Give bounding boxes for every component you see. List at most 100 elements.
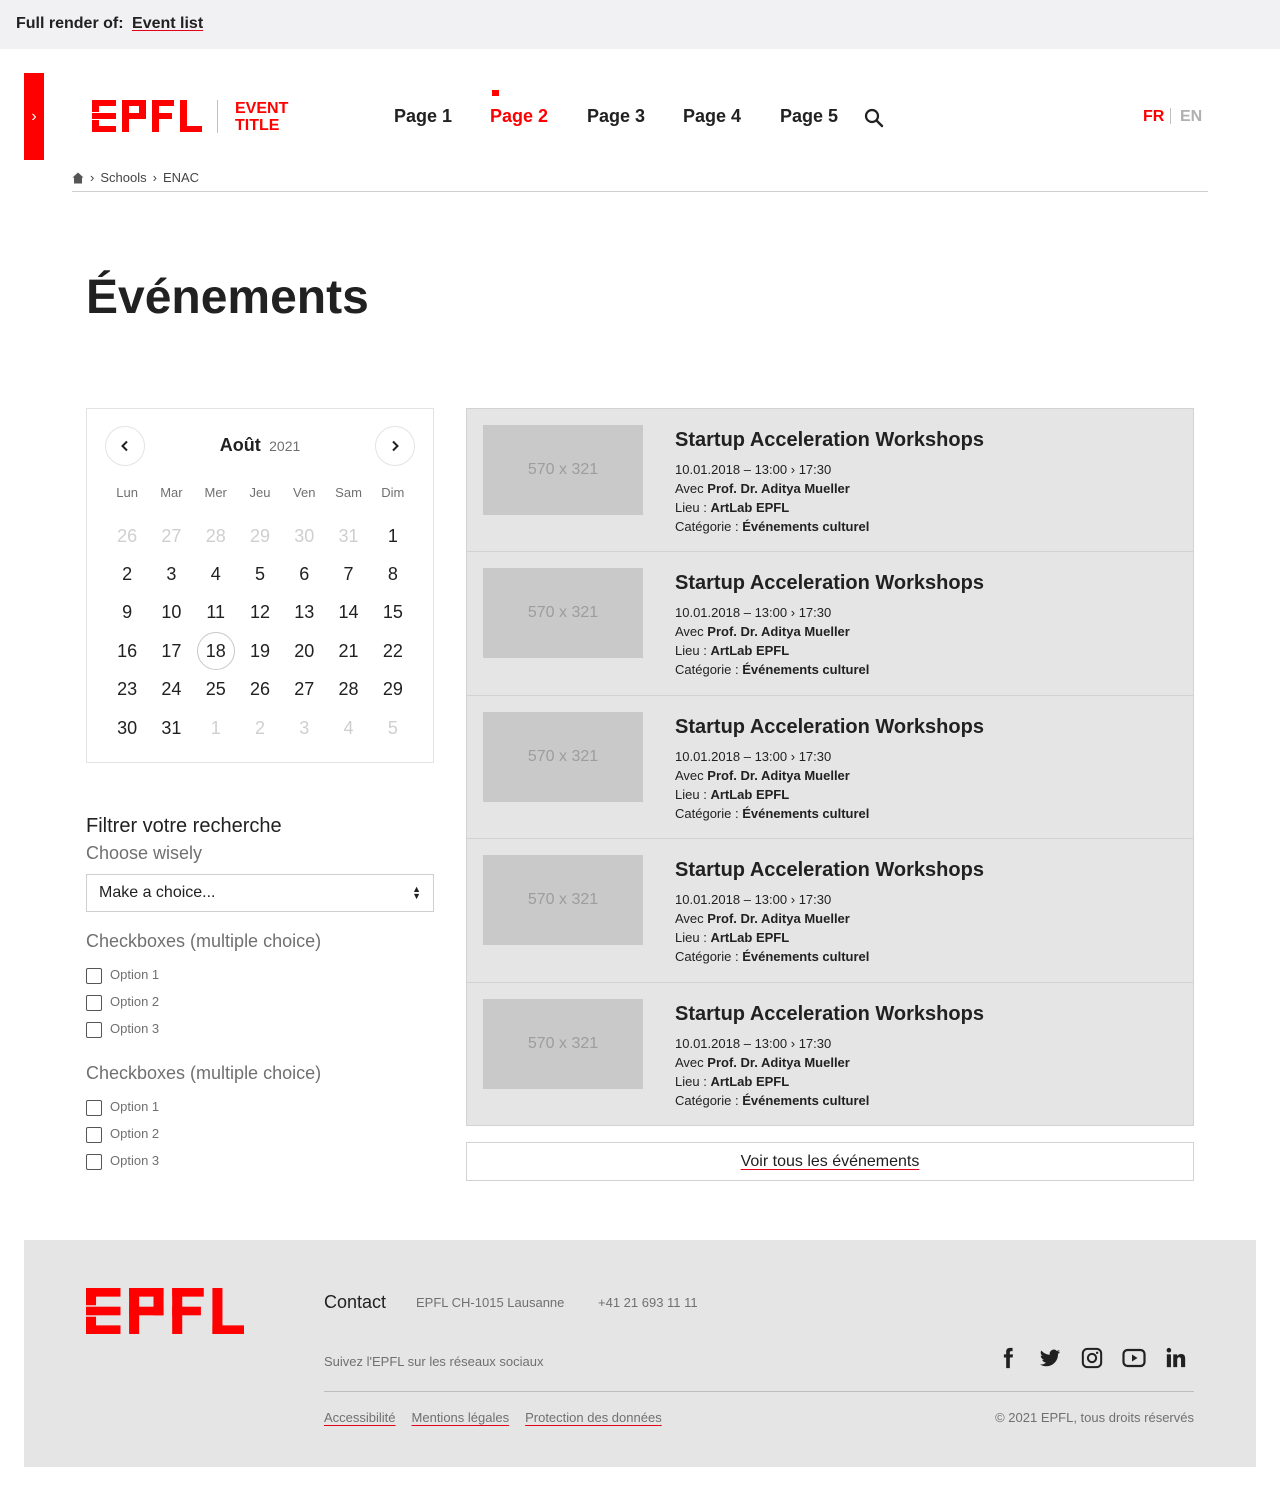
event-title-link[interactable]: Startup Acceleration Workshops (675, 716, 984, 739)
checkbox[interactable] (86, 995, 102, 1011)
calendar-next-button[interactable] (375, 426, 415, 466)
calendar-day[interactable]: 29 (238, 517, 282, 555)
checkbox-option[interactable]: Option 2 (86, 1123, 159, 1143)
calendar-day[interactable]: 3 (149, 555, 193, 593)
event-thumbnail[interactable]: 570 x 321 (483, 425, 643, 515)
calendar-day[interactable]: 5 (371, 709, 415, 747)
linkedin-icon[interactable] (1164, 1346, 1188, 1370)
checkbox-group-title: Checkboxes (multiple choice) (86, 931, 322, 951)
nav-page-4[interactable]: Page 4 (683, 106, 741, 127)
choice-select[interactable]: Make a choice... ▲ ▼ (86, 874, 434, 912)
event-card[interactable]: 570 x 321 Startup Acceleration Workshops 1… (467, 839, 1193, 983)
calendar-day[interactable]: 26 (105, 517, 149, 555)
calendar-day-today[interactable]: 18 (194, 632, 238, 671)
calendar-day[interactable]: 16 (105, 632, 149, 670)
youtube-icon[interactable] (1122, 1346, 1146, 1370)
checkbox-option[interactable]: Option 3 (86, 1018, 159, 1038)
calendar-day[interactable]: 3 (282, 709, 326, 747)
checkbox-option[interactable]: Option 1 (86, 964, 159, 984)
calendar-day[interactable]: 30 (105, 709, 149, 747)
event-card[interactable]: 570 x 321 Startup Acceleration Workshops 1… (467, 983, 1193, 1126)
lang-en[interactable]: EN (1180, 108, 1202, 126)
checkbox-option[interactable]: Option 1 (86, 1096, 159, 1116)
event-title-link[interactable]: Startup Acceleration Workshops (675, 1003, 984, 1026)
checkbox[interactable] (86, 968, 102, 984)
facebook-icon[interactable] (996, 1346, 1020, 1370)
calendar-day[interactable]: 11 (194, 594, 238, 632)
breadcrumb-enac[interactable]: ENAC (163, 170, 199, 185)
calendar-day[interactable]: 27 (282, 671, 326, 709)
event-title-link[interactable]: Startup Acceleration Workshops (675, 429, 984, 452)
calendar-day[interactable]: 2 (105, 555, 149, 593)
checkbox[interactable] (86, 1127, 102, 1143)
drawer-toggle-button[interactable]: › (24, 73, 44, 160)
calendar-day[interactable]: 6 (282, 555, 326, 593)
all-events-button[interactable]: Voir tous les événements (466, 1142, 1194, 1181)
event-title[interactable]: EVENT TITLE (235, 100, 305, 134)
calendar-day[interactable]: 4 (194, 555, 238, 593)
event-card[interactable]: 570 x 321 Startup Acceleration Workshops 1… (467, 552, 1193, 696)
lang-fr[interactable]: FR (1143, 108, 1164, 126)
calendar-day[interactable]: 23 (105, 671, 149, 709)
footer-link-privacy[interactable]: Protection des données (525, 1410, 662, 1425)
event-title-link[interactable]: Startup Acceleration Workshops (675, 572, 984, 595)
event-thumbnail[interactable]: 570 x 321 (483, 568, 643, 659)
render-link[interactable]: Event list (132, 15, 203, 32)
nav-page-2[interactable]: Page 2 (490, 106, 548, 127)
search-icon[interactable] (864, 108, 884, 128)
footer-phone[interactable]: +41 21 693 11 11 (598, 1295, 698, 1310)
calendar-day[interactable]: 30 (282, 517, 326, 555)
calendar-day[interactable]: 31 (149, 709, 193, 747)
calendar-day[interactable]: 10 (149, 594, 193, 632)
calendar-day[interactable]: 28 (194, 517, 238, 555)
checkbox[interactable] (86, 1022, 102, 1038)
calendar-day[interactable]: 7 (326, 555, 370, 593)
calendar-day[interactable]: 20 (282, 632, 326, 670)
checkbox[interactable] (86, 1154, 102, 1170)
event-thumbnail[interactable]: 570 x 321 (483, 711, 643, 802)
calendar-day[interactable]: 24 (149, 671, 193, 709)
calendar-day[interactable]: 31 (326, 517, 370, 555)
nav-page-3[interactable]: Page 3 (587, 106, 645, 127)
event-card[interactable]: 570 x 321 Startup Acceleration Workshops 1… (467, 409, 1193, 553)
footer-link-legal[interactable]: Mentions légales (412, 1410, 510, 1425)
twitter-icon[interactable] (1038, 1346, 1062, 1370)
event-thumbnail[interactable]: 570 x 321 (483, 998, 643, 1089)
calendar-day[interactable]: 21 (326, 632, 370, 670)
calendar-day[interactable]: 8 (371, 555, 415, 593)
checkbox-option[interactable]: Option 2 (86, 991, 159, 1011)
nav-page-1[interactable]: Page 1 (394, 106, 452, 127)
calendar-day[interactable]: 22 (371, 632, 415, 670)
calendar-day[interactable]: 13 (282, 594, 326, 632)
calendar-day[interactable]: 1 (371, 517, 415, 555)
calendar-day[interactable]: 26 (238, 671, 282, 709)
footer-link-accessibility[interactable]: Accessibilité (324, 1410, 396, 1425)
home-icon[interactable] (72, 172, 84, 184)
event-title-link[interactable]: Startup Acceleration Workshops (675, 859, 984, 882)
instagram-icon[interactable] (1080, 1346, 1104, 1370)
calendar-day[interactable]: 19 (238, 632, 282, 670)
calendar-day[interactable]: 12 (238, 594, 282, 632)
calendar-day[interactable]: 5 (238, 555, 282, 593)
checkbox[interactable] (86, 1100, 102, 1116)
calendar-day-number: 29 (249, 525, 270, 546)
calendar-day[interactable]: 4 (326, 709, 370, 747)
calendar-day[interactable]: 1 (194, 709, 238, 747)
calendar-day[interactable]: 14 (326, 594, 370, 632)
breadcrumb-schools[interactable]: Schools (100, 170, 146, 185)
calendar-day[interactable]: 25 (194, 671, 238, 709)
checkbox-option[interactable]: Option 3 (86, 1150, 159, 1170)
calendar-day[interactable]: 28 (326, 671, 370, 709)
event-thumbnail[interactable]: 570 x 321 (483, 855, 643, 946)
calendar-day[interactable]: 27 (149, 517, 193, 555)
epfl-logo[interactable] (92, 100, 202, 132)
calendar-day[interactable]: 2 (238, 709, 282, 747)
nav-page-5[interactable]: Page 5 (780, 106, 838, 127)
event-card[interactable]: 570 x 321 Startup Acceleration Workshops 1… (467, 696, 1193, 840)
calendar-day[interactable]: 17 (149, 632, 193, 670)
epfl-footer-logo[interactable] (86, 1288, 244, 1334)
calendar-day[interactable]: 29 (371, 671, 415, 709)
calendar-day[interactable]: 15 (371, 594, 415, 632)
event-category-line: Catégorie : Événements culturel (675, 949, 869, 964)
calendar-day[interactable]: 9 (105, 594, 149, 632)
